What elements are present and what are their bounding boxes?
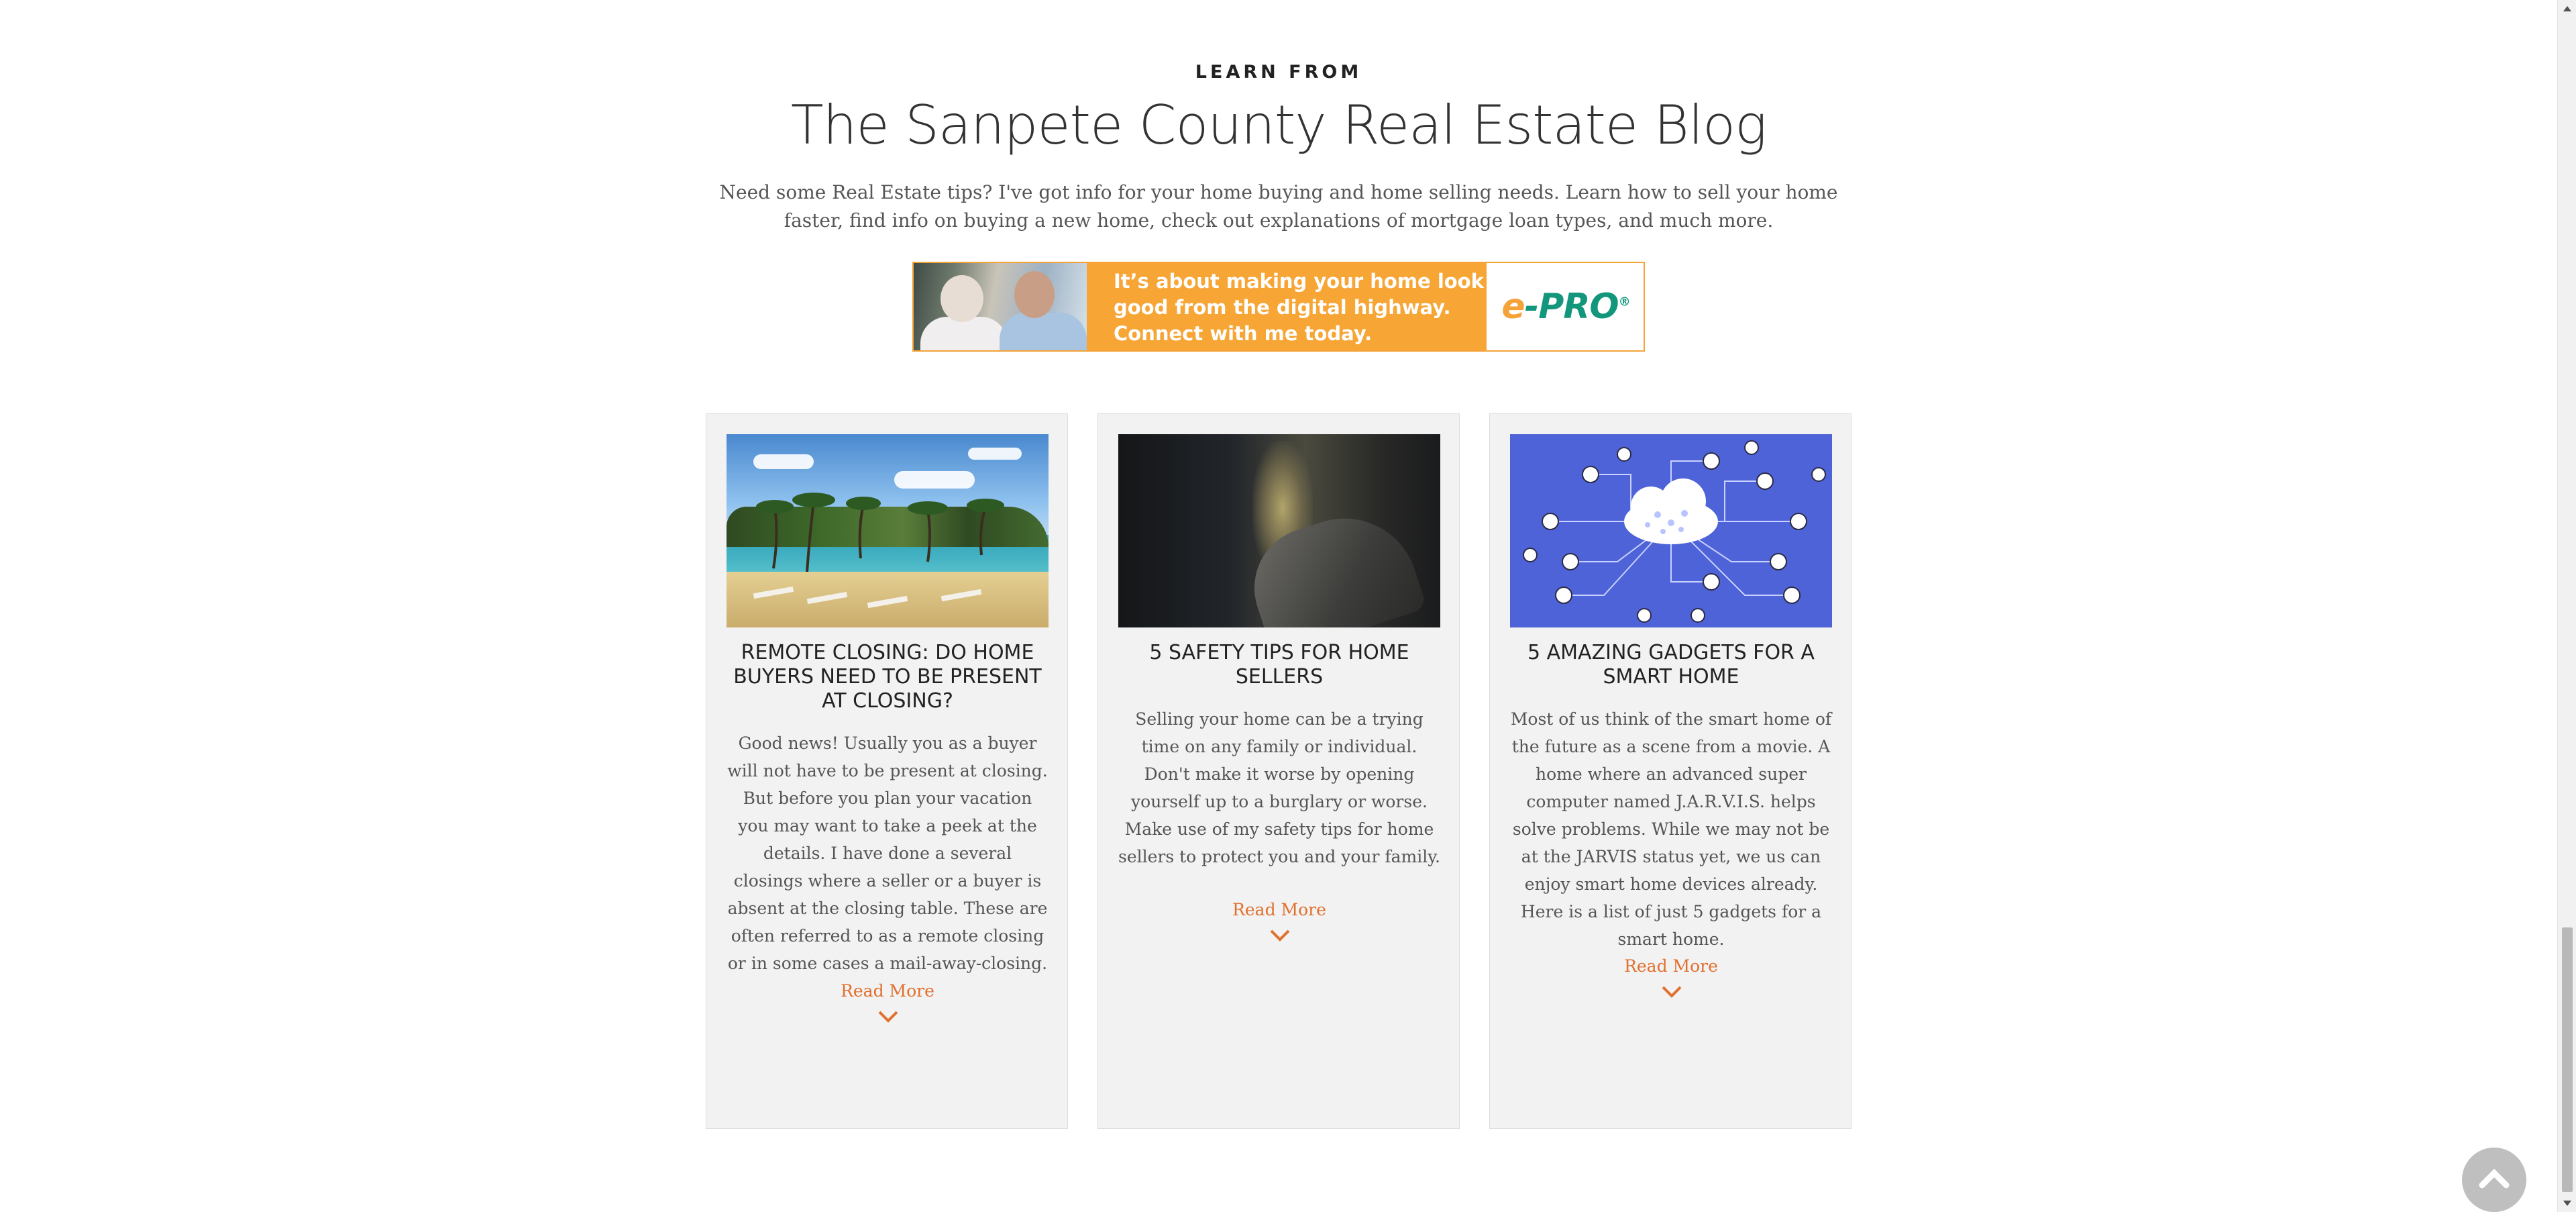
couple-photo [914, 263, 1087, 350]
epro-logo: e-PRO® [1487, 263, 1644, 350]
post-title[interactable]: 5 AMAZING GADGETS FOR A SMART HOME [1510, 641, 1832, 689]
chevron-down-icon[interactable] [877, 1010, 899, 1023]
post-excerpt: Good news! Usually you as a buyer will n… [727, 734, 1048, 973]
read-more-link[interactable]: Read More [1490, 956, 1852, 976]
page-scrollbar[interactable] [2557, 0, 2576, 1212]
post-thumbnail-burglar[interactable] [1118, 434, 1440, 627]
banner-line: good from the digital highway. [1114, 296, 1451, 319]
banner-line: It’s about making your home look [1114, 270, 1484, 293]
scroll-up-arrow-icon[interactable] [2563, 5, 2572, 12]
section-title: The Sanpete County Real Estate Blog [790, 94, 1767, 156]
banner-text: It’s about making your home look good fr… [1087, 263, 1487, 350]
scroll-to-top-button[interactable] [2462, 1148, 2526, 1212]
post-thumbnail-smart-home[interactable] [1510, 434, 1832, 627]
post-excerpt: Most of us think of the smart home of th… [1510, 709, 1832, 949]
banner-line: Connect with me today. [1114, 322, 1373, 345]
read-more-link[interactable]: Read More [706, 981, 1069, 1001]
blog-post-card: 5 SAFETY TIPS FOR HOME SELLERS Selling y… [1097, 413, 1460, 1129]
read-more-link[interactable]: Read More [1098, 900, 1460, 919]
scroll-down-arrow-icon[interactable] [2563, 1200, 2572, 1207]
epro-banner-ad[interactable]: It’s about making your home look good fr… [912, 262, 1645, 352]
section-intro: Need some Real Estate tips? I've got inf… [719, 181, 1838, 232]
chevron-down-icon[interactable] [1661, 985, 1682, 999]
post-title[interactable]: REMOTE CLOSING: DO HOME BUYERS NEED TO B… [727, 641, 1049, 713]
post-thumbnail-beach[interactable] [727, 434, 1049, 627]
section-eyebrow: LEARN FROM [1195, 62, 1362, 83]
post-excerpt: Selling your home can be a trying time o… [1118, 709, 1440, 866]
post-title[interactable]: 5 SAFETY TIPS FOR HOME SELLERS [1118, 641, 1440, 689]
blog-post-card: 5 AMAZING GADGETS FOR A SMART HOME Most … [1489, 413, 1851, 1129]
scrollbar-thumb[interactable] [2562, 927, 2573, 1192]
chevron-up-icon [2479, 1168, 2510, 1188]
chevron-down-icon[interactable] [1269, 929, 1291, 942]
blog-section: LEARN FROM The Sanpete County Real Estat… [0, 0, 2557, 1212]
blog-post-card: REMOTE CLOSING: DO HOME BUYERS NEED TO B… [706, 413, 1068, 1129]
